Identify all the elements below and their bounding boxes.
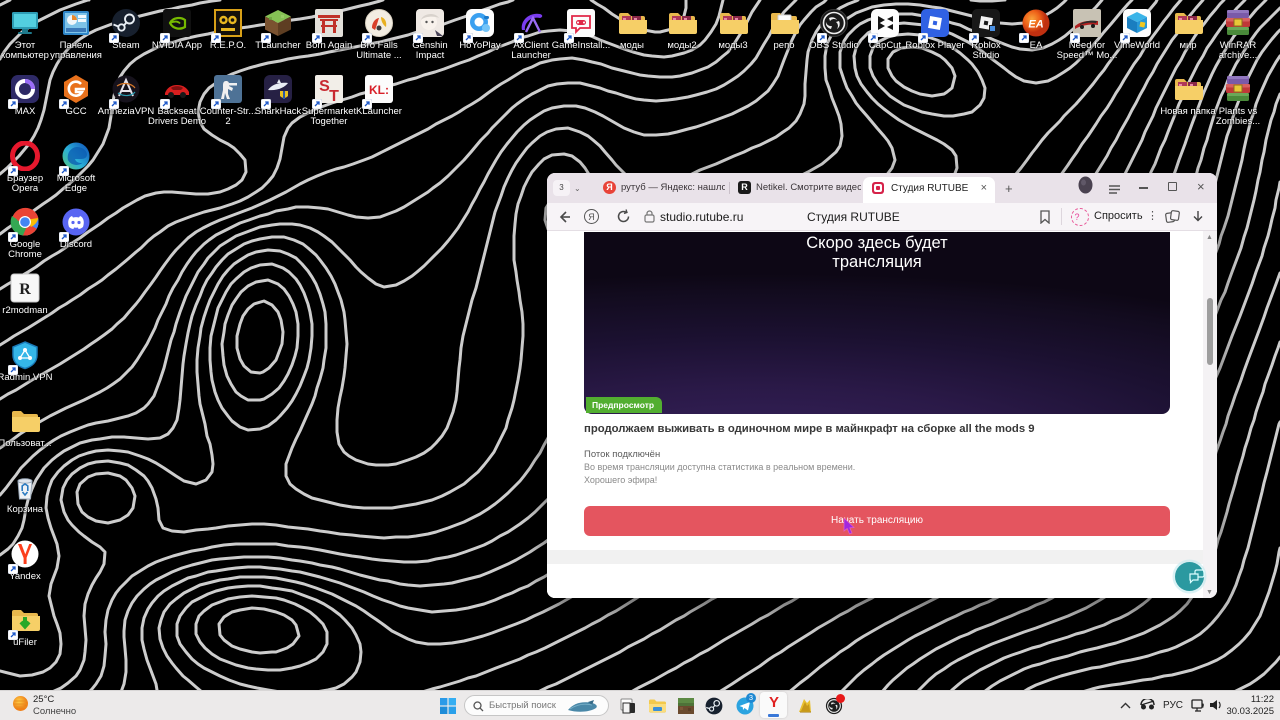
svg-text:KL:: KL: [369,83,389,97]
svg-text:R: R [19,281,31,298]
svg-text:EA: EA [1028,19,1043,31]
svg-text:T: T [329,88,339,104]
